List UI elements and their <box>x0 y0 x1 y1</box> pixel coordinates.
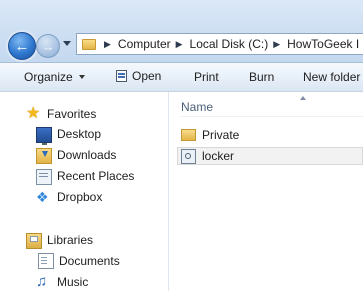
locker-file-icon <box>181 148 196 164</box>
open-button[interactable]: Open <box>116 69 161 83</box>
sidebar-item-music[interactable]: ♫ Music <box>36 273 88 291</box>
documents-icon <box>38 253 54 269</box>
recent-pages-chevron-icon[interactable] <box>63 41 71 46</box>
sidebar-item-libraries[interactable]: Libraries <box>26 231 93 249</box>
forward-arrow-icon: → <box>41 38 55 54</box>
organize-button[interactable]: Organize <box>24 70 85 84</box>
sort-ascending-icon <box>300 96 306 100</box>
sidebar-item-label: Downloads <box>57 148 117 162</box>
breadcrumb-local-disk[interactable]: Local Disk (C:) <box>190 37 269 51</box>
desktop-icon <box>36 127 52 145</box>
back-button[interactable]: ← <box>8 32 36 60</box>
sidebar-item-documents[interactable]: Documents <box>36 252 120 270</box>
folder-icon <box>82 38 96 50</box>
breadcrumb-separator[interactable]: ▶ <box>176 39 183 50</box>
window-chrome: ← → ▶ Computer ▶ Local Disk (C:) ▶ HowTo… <box>0 0 363 63</box>
file-row-private[interactable]: Private <box>177 126 363 144</box>
new-folder-button[interactable]: New folder <box>303 70 360 84</box>
forward-button[interactable]: → <box>36 34 60 58</box>
column-header-name[interactable]: Name <box>181 100 213 114</box>
file-name: Private <box>202 128 240 142</box>
print-label: Print <box>194 70 219 84</box>
recent-places-icon <box>36 168 52 185</box>
downloads-icon <box>36 148 52 164</box>
dropbox-icon: ❖ <box>36 189 49 205</box>
address-bar[interactable]: ▶ Computer ▶ Local Disk (C:) ▶ HowToGeek… <box>76 33 363 55</box>
sidebar-item-label: Music <box>57 275 89 289</box>
sidebar-item-label: Documents <box>59 254 120 268</box>
sidebar-item-label: Desktop <box>57 127 102 141</box>
file-row-locker[interactable]: locker <box>177 147 363 165</box>
sidebar-item-dropbox[interactable]: ❖ Dropbox <box>36 188 102 206</box>
file-list-pane: Name Private locker <box>169 92 363 291</box>
sidebar-item-desktop[interactable]: Desktop <box>36 125 102 145</box>
folder-icon <box>181 129 196 141</box>
open-icon <box>116 70 127 82</box>
breadcrumb-howtogeek[interactable]: HowToGeek I <box>287 37 359 51</box>
libraries-icon <box>26 233 42 249</box>
burn-label: Burn <box>249 70 275 84</box>
chevron-down-icon <box>78 75 85 79</box>
breadcrumb-computer[interactable]: Computer <box>118 37 171 51</box>
navigation-pane: ★ Favorites Desktop Downloads Recent Pla… <box>0 92 169 291</box>
sidebar-item-recent-places[interactable]: Recent Places <box>36 167 134 185</box>
command-bar: Organize Open Print Burn New folder <box>0 63 363 92</box>
music-icon: ♫ <box>36 273 48 290</box>
new-folder-label: New folder <box>303 70 361 84</box>
sidebar-item-downloads[interactable]: Downloads <box>36 146 116 164</box>
sidebar-item-label: Favorites <box>47 107 97 121</box>
sidebar-item-label: Libraries <box>47 233 94 247</box>
sidebar-item-label: Dropbox <box>57 190 103 204</box>
sidebar-item-label: Recent Places <box>57 169 135 183</box>
star-icon: ★ <box>26 105 41 122</box>
organize-label: Organize <box>24 70 73 84</box>
back-arrow-icon: ← <box>14 37 30 55</box>
burn-button[interactable]: Burn <box>249 70 274 84</box>
sidebar-item-favorites[interactable]: ★ Favorites <box>26 105 96 123</box>
breadcrumb-separator[interactable]: ▶ <box>273 39 280 50</box>
breadcrumb-separator[interactable]: ▶ <box>104 39 111 50</box>
print-button[interactable]: Print <box>194 70 219 84</box>
column-header-divider <box>180 116 363 117</box>
file-name: locker <box>202 149 235 163</box>
open-label: Open <box>132 69 162 83</box>
